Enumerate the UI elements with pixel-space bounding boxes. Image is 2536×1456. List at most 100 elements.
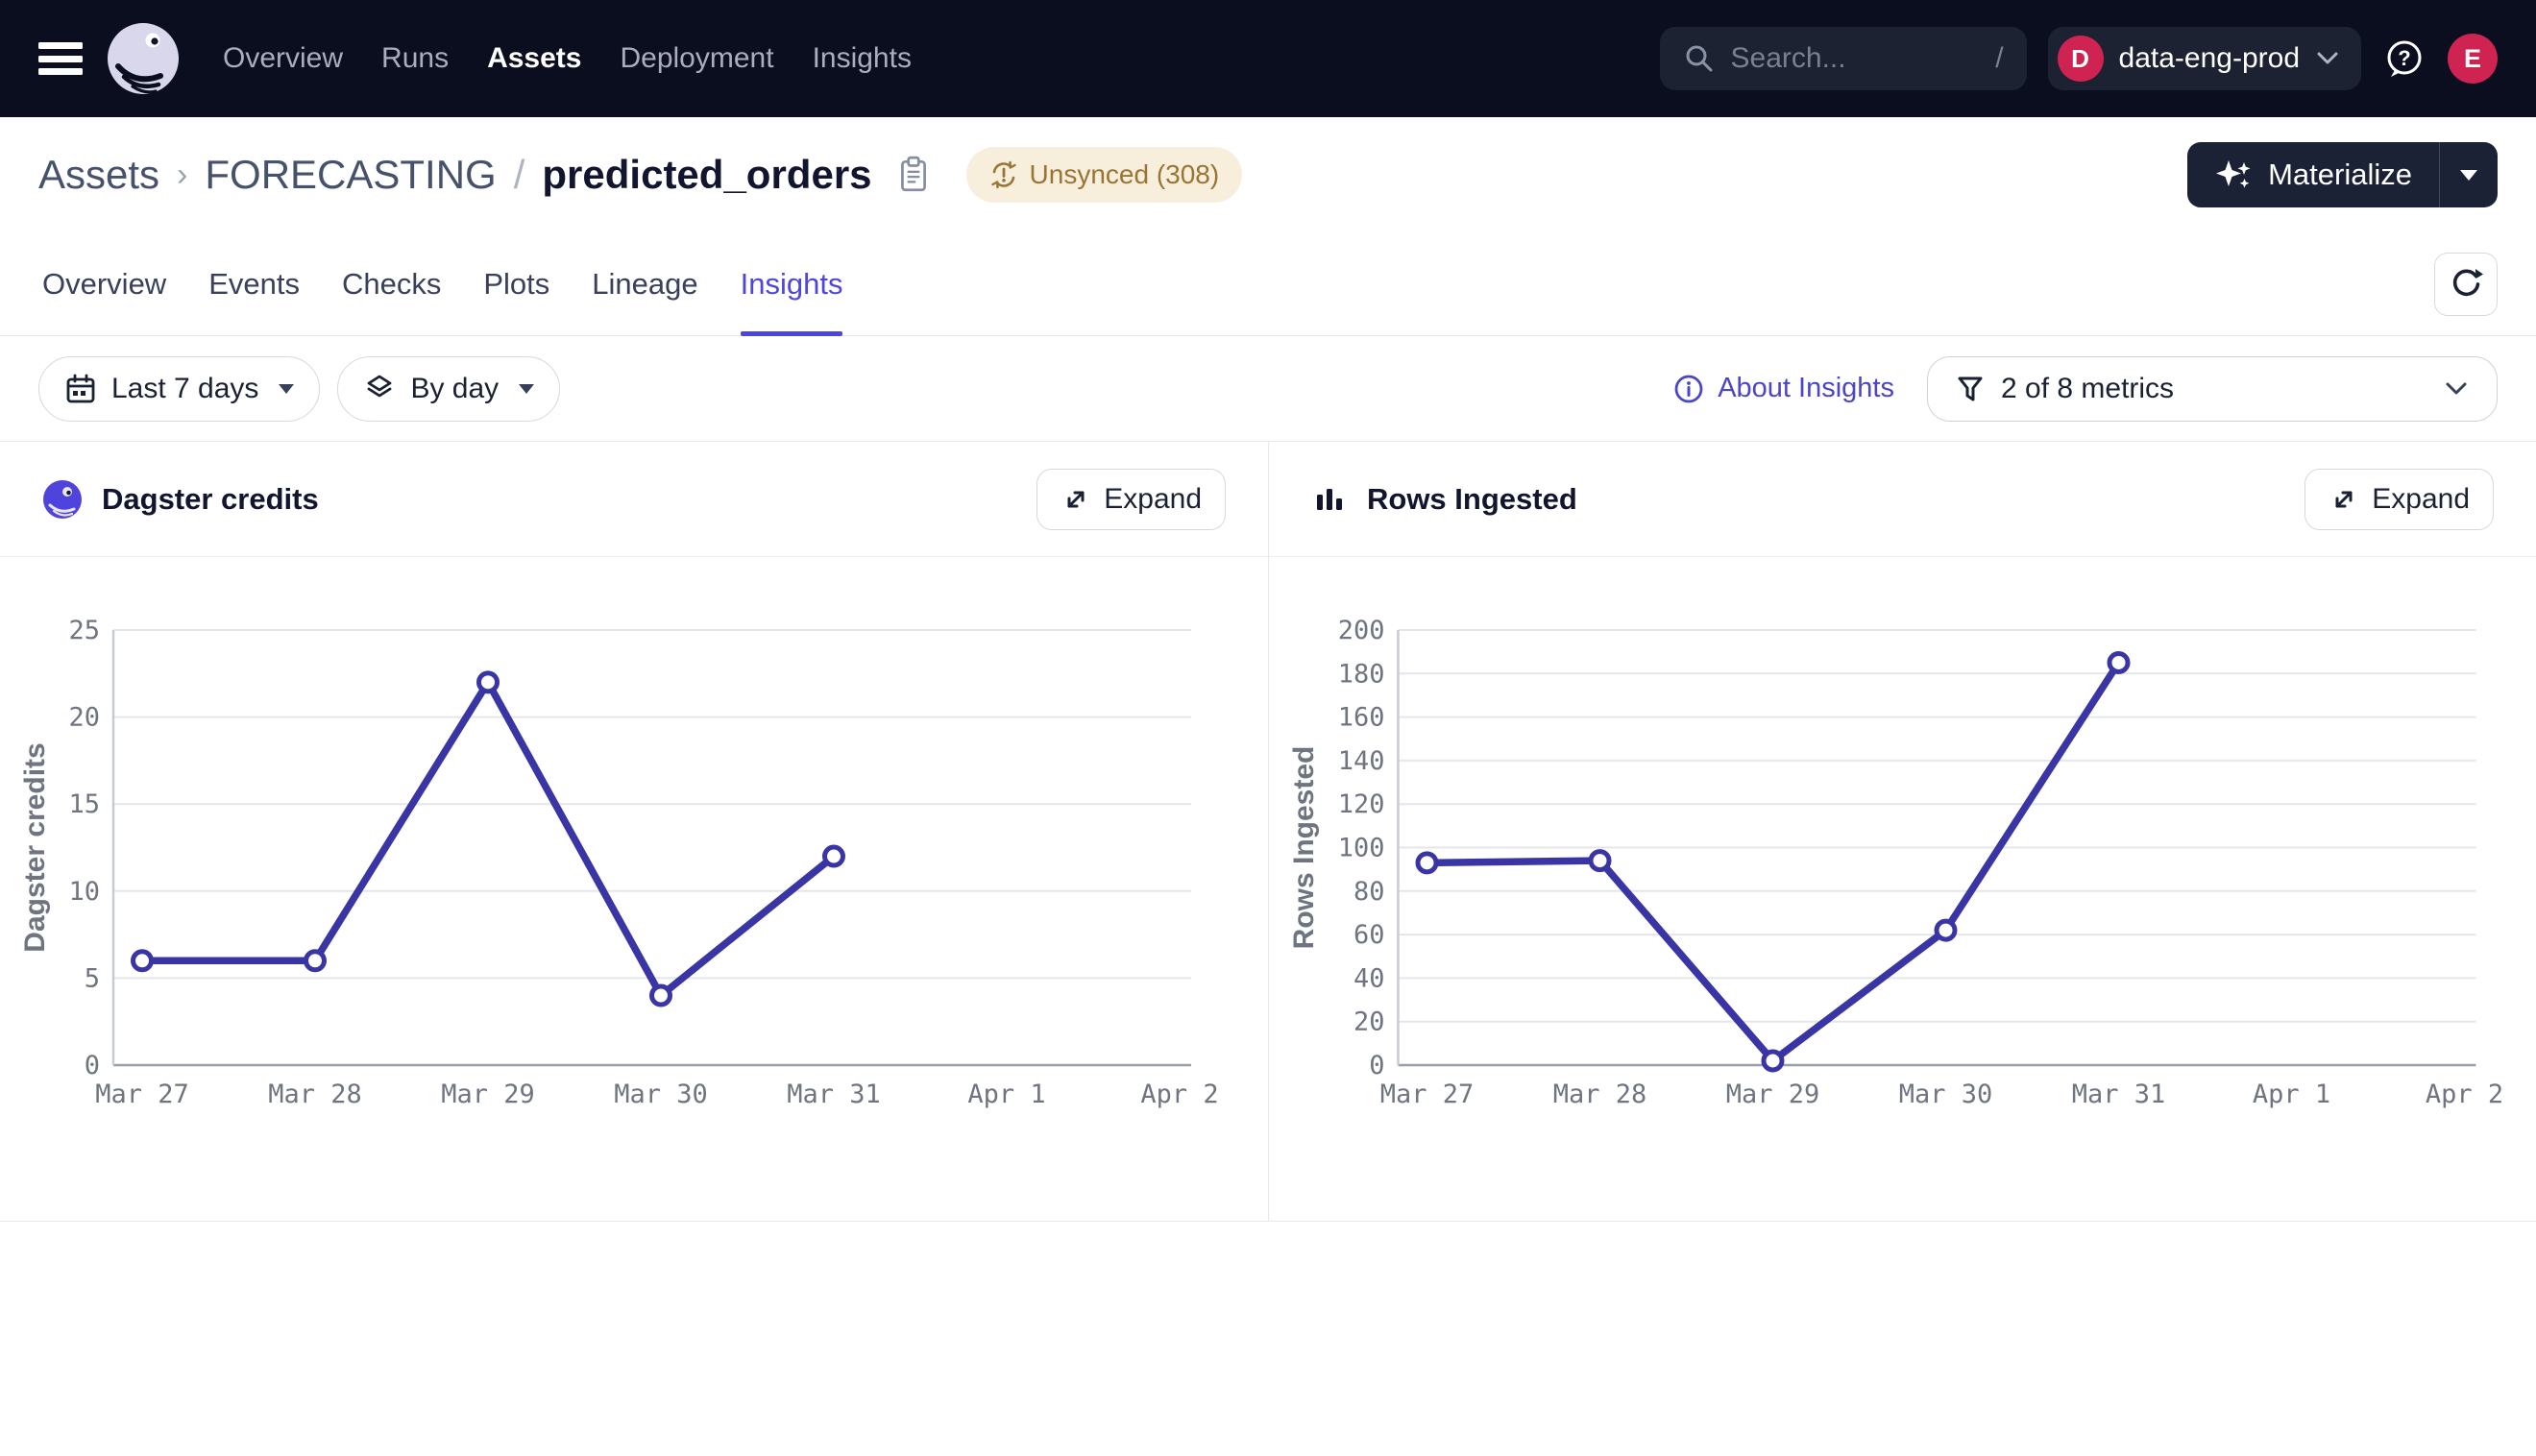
- svg-text:Mar 31: Mar 31: [2072, 1080, 2166, 1109]
- tab-insights[interactable]: Insights: [741, 232, 843, 335]
- search-box[interactable]: /: [1660, 27, 2027, 90]
- search-input[interactable]: [1729, 41, 1983, 76]
- caret-down-icon: [519, 384, 534, 394]
- breadcrumb: Assets › FORECASTING / predicted_orders: [38, 147, 1242, 203]
- svg-text:200: 200: [1338, 616, 1385, 645]
- nav-item-runs[interactable]: Runs: [381, 42, 449, 75]
- svg-text:20: 20: [1353, 1007, 1385, 1037]
- unsynced-status-badge[interactable]: Unsynced (308): [966, 147, 1243, 203]
- nav-right-group: / D data-eng-prod ? E: [1660, 27, 2498, 90]
- calendar-icon: [64, 373, 97, 405]
- materialize-split-button: Materialize: [2187, 142, 2498, 207]
- svg-text:Mar 27: Mar 27: [95, 1080, 189, 1109]
- dagster-logo[interactable]: [106, 21, 181, 96]
- svg-text:140: 140: [1338, 746, 1385, 776]
- primary-nav: Overview Runs Assets Deployment Insights: [223, 42, 912, 75]
- refresh-button[interactable]: [2434, 253, 2498, 316]
- svg-text:Mar 30: Mar 30: [1899, 1080, 1993, 1109]
- tab-events[interactable]: Events: [208, 232, 300, 335]
- metrics-select[interactable]: 2 of 8 metrics: [1927, 356, 2498, 422]
- materialize-button[interactable]: Materialize: [2187, 142, 2439, 207]
- bar-chart-icon: [1311, 481, 1348, 518]
- caret-down-icon: [279, 384, 294, 394]
- expand-button[interactable]: Expand: [2304, 469, 2494, 530]
- copy-asset-name-button[interactable]: [897, 156, 930, 194]
- tab-checks[interactable]: Checks: [342, 232, 441, 335]
- org-avatar: D: [2058, 36, 2104, 82]
- expand-icon: [1061, 484, 1091, 515]
- svg-text:100: 100: [1338, 834, 1385, 863]
- org-name: data-eng-prod: [2119, 42, 2300, 75]
- svg-text:25: 25: [68, 616, 100, 645]
- clipboard-icon: [897, 156, 930, 194]
- dagster-octopus-icon: [106, 21, 181, 96]
- chart-card-rows-ingested: Rows Ingested Expand 0204060801001201401…: [1268, 442, 2536, 1221]
- about-insights-label: About Insights: [1718, 373, 1894, 404]
- nav-item-assets[interactable]: Assets: [487, 42, 581, 75]
- materialize-dropdown-button[interactable]: [2440, 142, 2498, 207]
- layers-icon: [363, 373, 396, 405]
- svg-text:80: 80: [1353, 877, 1385, 907]
- metrics-select-value: 2 of 8 metrics: [2001, 373, 2174, 405]
- svg-text:Mar 28: Mar 28: [1553, 1080, 1647, 1109]
- user-avatar[interactable]: E: [2448, 34, 2498, 84]
- chart-title: Rows Ingested: [1367, 482, 1577, 517]
- asset-tabs: Overview Events Checks Plots Lineage Ins…: [0, 232, 2536, 336]
- materialize-label: Materialize: [2268, 158, 2412, 192]
- svg-text:Apr 1: Apr 1: [2253, 1080, 2330, 1109]
- expand-label: Expand: [1104, 483, 1202, 516]
- svg-text:Mar 27: Mar 27: [1380, 1080, 1475, 1109]
- chart-card-dagster-credits: Dagster credits Expand 0510152025Mar 27M…: [0, 442, 1268, 1221]
- svg-text:Mar 28: Mar 28: [268, 1080, 362, 1109]
- svg-text:Mar 31: Mar 31: [787, 1080, 881, 1109]
- help-button[interactable]: ?: [2382, 36, 2426, 81]
- filter-right-group: About Insights 2 of 8 metrics: [1672, 356, 2498, 422]
- breadcrumb-group-link[interactable]: FORECASTING: [205, 152, 496, 198]
- chart-title: Dagster credits: [102, 482, 319, 517]
- date-range-label: Last 7 days: [111, 373, 258, 405]
- svg-text:Mar 29: Mar 29: [1726, 1080, 1820, 1109]
- asset-header-row: Assets › FORECASTING / predicted_orders: [0, 117, 2536, 232]
- nav-item-insights[interactable]: Insights: [813, 42, 912, 75]
- svg-text:0: 0: [1369, 1051, 1384, 1080]
- svg-text:Apr 2: Apr 2: [1140, 1080, 1218, 1109]
- svg-text:?: ?: [2398, 46, 2410, 70]
- svg-text:160: 160: [1338, 703, 1385, 733]
- dagster-app: Overview Runs Assets Deployment Insights…: [0, 0, 2536, 1222]
- nav-item-overview[interactable]: Overview: [223, 42, 343, 75]
- granularity-filter[interactable]: By day: [337, 356, 560, 422]
- nav-item-deployment[interactable]: Deployment: [620, 42, 773, 75]
- line-chart-rows-ingested: 020406080100120140160180200Mar 27Mar 28M…: [1269, 557, 2536, 1221]
- tab-plots[interactable]: Plots: [483, 232, 549, 335]
- breadcrumb-separator: ›: [177, 157, 187, 194]
- hamburger-menu-button[interactable]: [38, 42, 83, 75]
- svg-text:40: 40: [1353, 963, 1385, 993]
- chevron-down-icon: [2315, 51, 2340, 66]
- org-switcher[interactable]: D data-eng-prod: [2048, 27, 2361, 90]
- search-shortcut-hint: /: [1995, 42, 2003, 75]
- svg-text:20: 20: [68, 703, 100, 733]
- filter-funnel-icon: [1955, 374, 1986, 404]
- chevron-down-icon: [2443, 380, 2470, 398]
- svg-text:0: 0: [85, 1051, 100, 1080]
- breadcrumb-assets-link[interactable]: Assets: [38, 152, 159, 198]
- date-range-filter[interactable]: Last 7 days: [38, 356, 320, 422]
- tab-overview[interactable]: Overview: [42, 232, 166, 335]
- help-icon: ?: [2382, 36, 2426, 81]
- svg-text:Apr 1: Apr 1: [967, 1080, 1045, 1109]
- svg-text:10: 10: [68, 877, 100, 907]
- svg-text:Rows Ingested: Rows Ingested: [1288, 746, 1320, 950]
- chart-title-group: Dagster credits: [42, 479, 319, 520]
- unsynced-label: Unsynced (308): [1030, 159, 1220, 190]
- line-chart-dagster-credits: 0510152025Mar 27Mar 28Mar 29Mar 30Mar 31…: [0, 557, 1268, 1221]
- expand-icon: [2329, 484, 2359, 515]
- expand-button[interactable]: Expand: [1036, 469, 1226, 530]
- svg-text:120: 120: [1338, 789, 1385, 819]
- svg-text:Apr 2: Apr 2: [2426, 1080, 2503, 1109]
- svg-text:Mar 29: Mar 29: [441, 1080, 535, 1109]
- breadcrumb-slash: /: [514, 152, 525, 198]
- about-insights-link[interactable]: About Insights: [1672, 373, 1894, 405]
- svg-text:15: 15: [68, 789, 100, 819]
- sync-alert-icon: [989, 160, 1018, 189]
- tab-lineage[interactable]: Lineage: [592, 232, 697, 335]
